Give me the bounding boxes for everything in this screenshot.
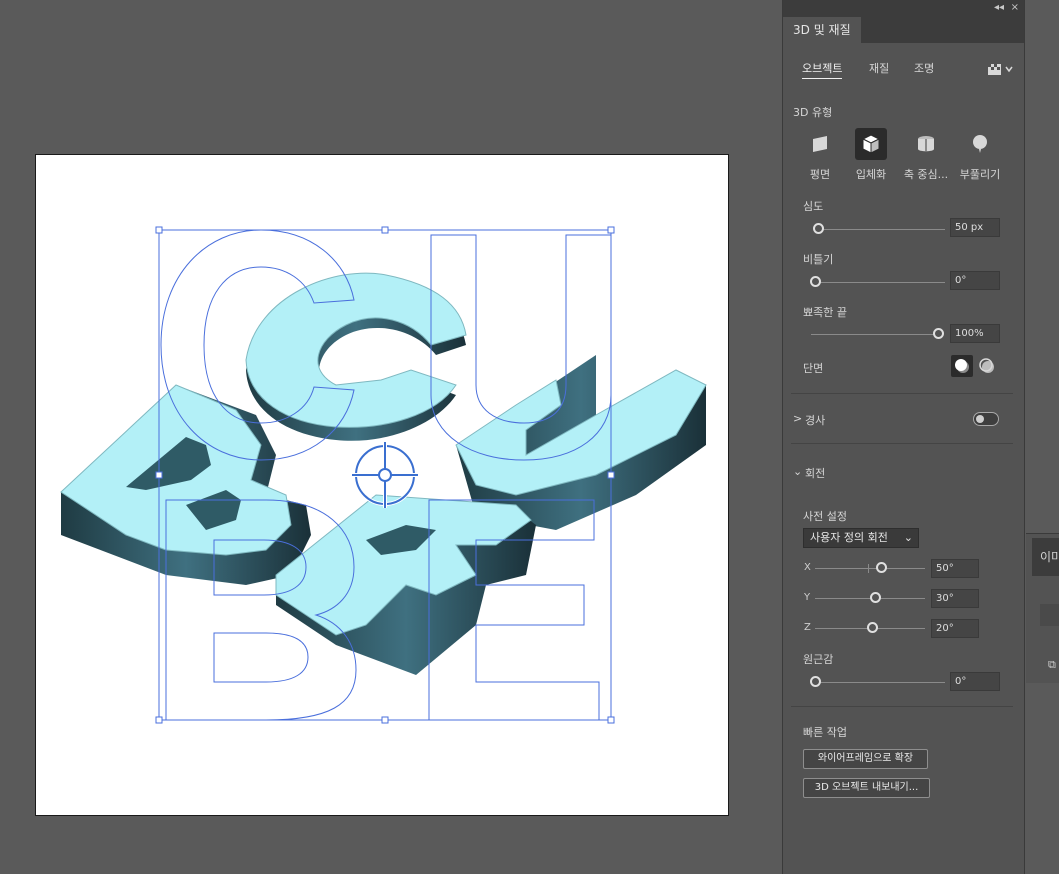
rotation-x-label: X (804, 562, 811, 573)
render-icon (988, 64, 1013, 75)
handle-top-left[interactable] (155, 226, 163, 234)
divider (791, 393, 1013, 394)
depth-slider-track[interactable] (815, 229, 945, 230)
handle-bottom-right[interactable] (607, 716, 615, 724)
bevel-label[interactable]: 경사 (805, 412, 825, 428)
divider (791, 443, 1013, 444)
perspective-slider-thumb[interactable] (810, 676, 821, 687)
artboard[interactable] (35, 154, 729, 816)
quick-actions-label: 빠른 작업 (803, 726, 847, 739)
tab-lighting[interactable]: 조명 (914, 60, 934, 76)
cap-label: 단면 (803, 362, 824, 375)
collapse-panel-icon[interactable]: ◂◂ (994, 2, 1004, 13)
panel-tab-3d-materials[interactable]: 3D 및 재질 (783, 17, 861, 43)
perspective-label: 원근감 (803, 653, 834, 666)
rotation-preset-select[interactable]: 사용자 정의 회전 ⌄ (803, 528, 919, 548)
3d-materials-panel: ◂◂ × 3D 및 재질 오브젝트 재질 조명 3D 유형 평면 입체화 축 중… (782, 0, 1025, 874)
chevron-down-icon: ⌄ (903, 531, 913, 544)
depth-value-field[interactable]: 50 px (950, 218, 1000, 237)
panel-titlebar[interactable]: ◂◂ × (783, 0, 1024, 17)
rotation-y-slider-thumb[interactable] (870, 592, 881, 603)
preset-label: 사전 설정 (803, 510, 847, 523)
plane-icon (813, 136, 827, 152)
extrude-icon (861, 134, 881, 154)
rotation-x-center-tick (868, 564, 869, 573)
cap-on-icon (955, 359, 969, 373)
rotation-expander-icon[interactable]: ⌄ (793, 465, 802, 478)
export-3d-object-button[interactable]: 3D 오브젝트 내보내기... (803, 778, 930, 798)
bevel-expander-icon[interactable]: > (793, 412, 802, 425)
type-plane-button[interactable] (804, 128, 836, 160)
twist-slider-thumb[interactable] (810, 276, 821, 287)
rotation-z-label: Z (804, 622, 811, 633)
type-inflate-button[interactable] (964, 128, 996, 160)
twist-label: 비틀기 (803, 253, 834, 266)
rotation-x-slider-thumb[interactable] (876, 562, 887, 573)
rotation-z-value-field[interactable]: 20° (931, 619, 979, 638)
bevel-toggle-knob (976, 415, 984, 423)
taper-value-field[interactable]: 100% (950, 324, 1000, 343)
type-extrude-button[interactable] (855, 128, 887, 160)
depth-label: 심도 (803, 200, 824, 213)
twist-slider-track[interactable] (815, 282, 945, 283)
inflate-icon (973, 135, 987, 153)
link-icon[interactable]: ⧉ (1048, 658, 1056, 672)
secondary-panel: 이미 ⧉ (1026, 533, 1059, 683)
handle-middle-right[interactable] (607, 471, 615, 479)
tab-material[interactable]: 재질 (869, 60, 889, 76)
rotation-x-value-field[interactable]: 50° (931, 559, 979, 578)
type-inflate-label: 부풀리기 (959, 168, 1001, 181)
render-settings-button[interactable] (987, 62, 1017, 76)
twist-value-field[interactable]: 0° (950, 271, 1000, 290)
rotation-y-label: Y (804, 592, 811, 603)
rotation-z-slider-thumb[interactable] (867, 622, 878, 633)
type-revolve-label: 축 중심... (903, 168, 949, 181)
handle-middle-left[interactable] (155, 471, 163, 479)
depth-slider-thumb[interactable] (813, 223, 824, 234)
artwork-canvas[interactable] (36, 155, 730, 817)
letter-c-3d[interactable] (245, 272, 467, 441)
rotation-y-value-field[interactable]: 30° (931, 589, 979, 608)
rotation-preset-value: 사용자 정의 회전 (810, 531, 888, 544)
taper-label: 뾰족한 끝 (803, 306, 847, 319)
handle-top-right[interactable] (607, 226, 615, 234)
divider (791, 706, 1013, 707)
perspective-value-field[interactable]: 0° (950, 672, 1000, 691)
bevel-toggle[interactable] (973, 412, 999, 426)
rotation-x-slider-track[interactable] (815, 568, 925, 569)
secondary-panel-tab[interactable]: 이미 (1032, 538, 1059, 576)
taper-slider-thumb[interactable] (933, 328, 944, 339)
secondary-panel-field[interactable] (1040, 604, 1059, 626)
cap-off-icon (979, 358, 994, 373)
expand-as-wireframe-button[interactable]: 와이어프레임으로 확장 (803, 749, 928, 769)
3d-type-heading: 3D 유형 (793, 106, 833, 119)
cap-off-button[interactable] (976, 355, 998, 377)
cap-on-button[interactable] (951, 355, 973, 377)
handle-top-middle[interactable] (381, 226, 389, 234)
rotation-label[interactable]: 회전 (805, 465, 825, 481)
handle-bottom-left[interactable] (155, 716, 163, 724)
handle-bottom-middle[interactable] (381, 716, 389, 724)
tab-object[interactable]: 오브젝트 (802, 60, 843, 79)
type-revolve-button[interactable] (910, 128, 942, 160)
panel-tabbar: 3D 및 재질 (783, 17, 1024, 43)
revolve-icon (918, 136, 934, 152)
close-panel-icon[interactable]: × (1011, 2, 1019, 13)
type-extrude-label: 입체화 (855, 168, 887, 181)
taper-slider-track[interactable] (811, 334, 941, 335)
perspective-slider-track[interactable] (815, 682, 945, 683)
